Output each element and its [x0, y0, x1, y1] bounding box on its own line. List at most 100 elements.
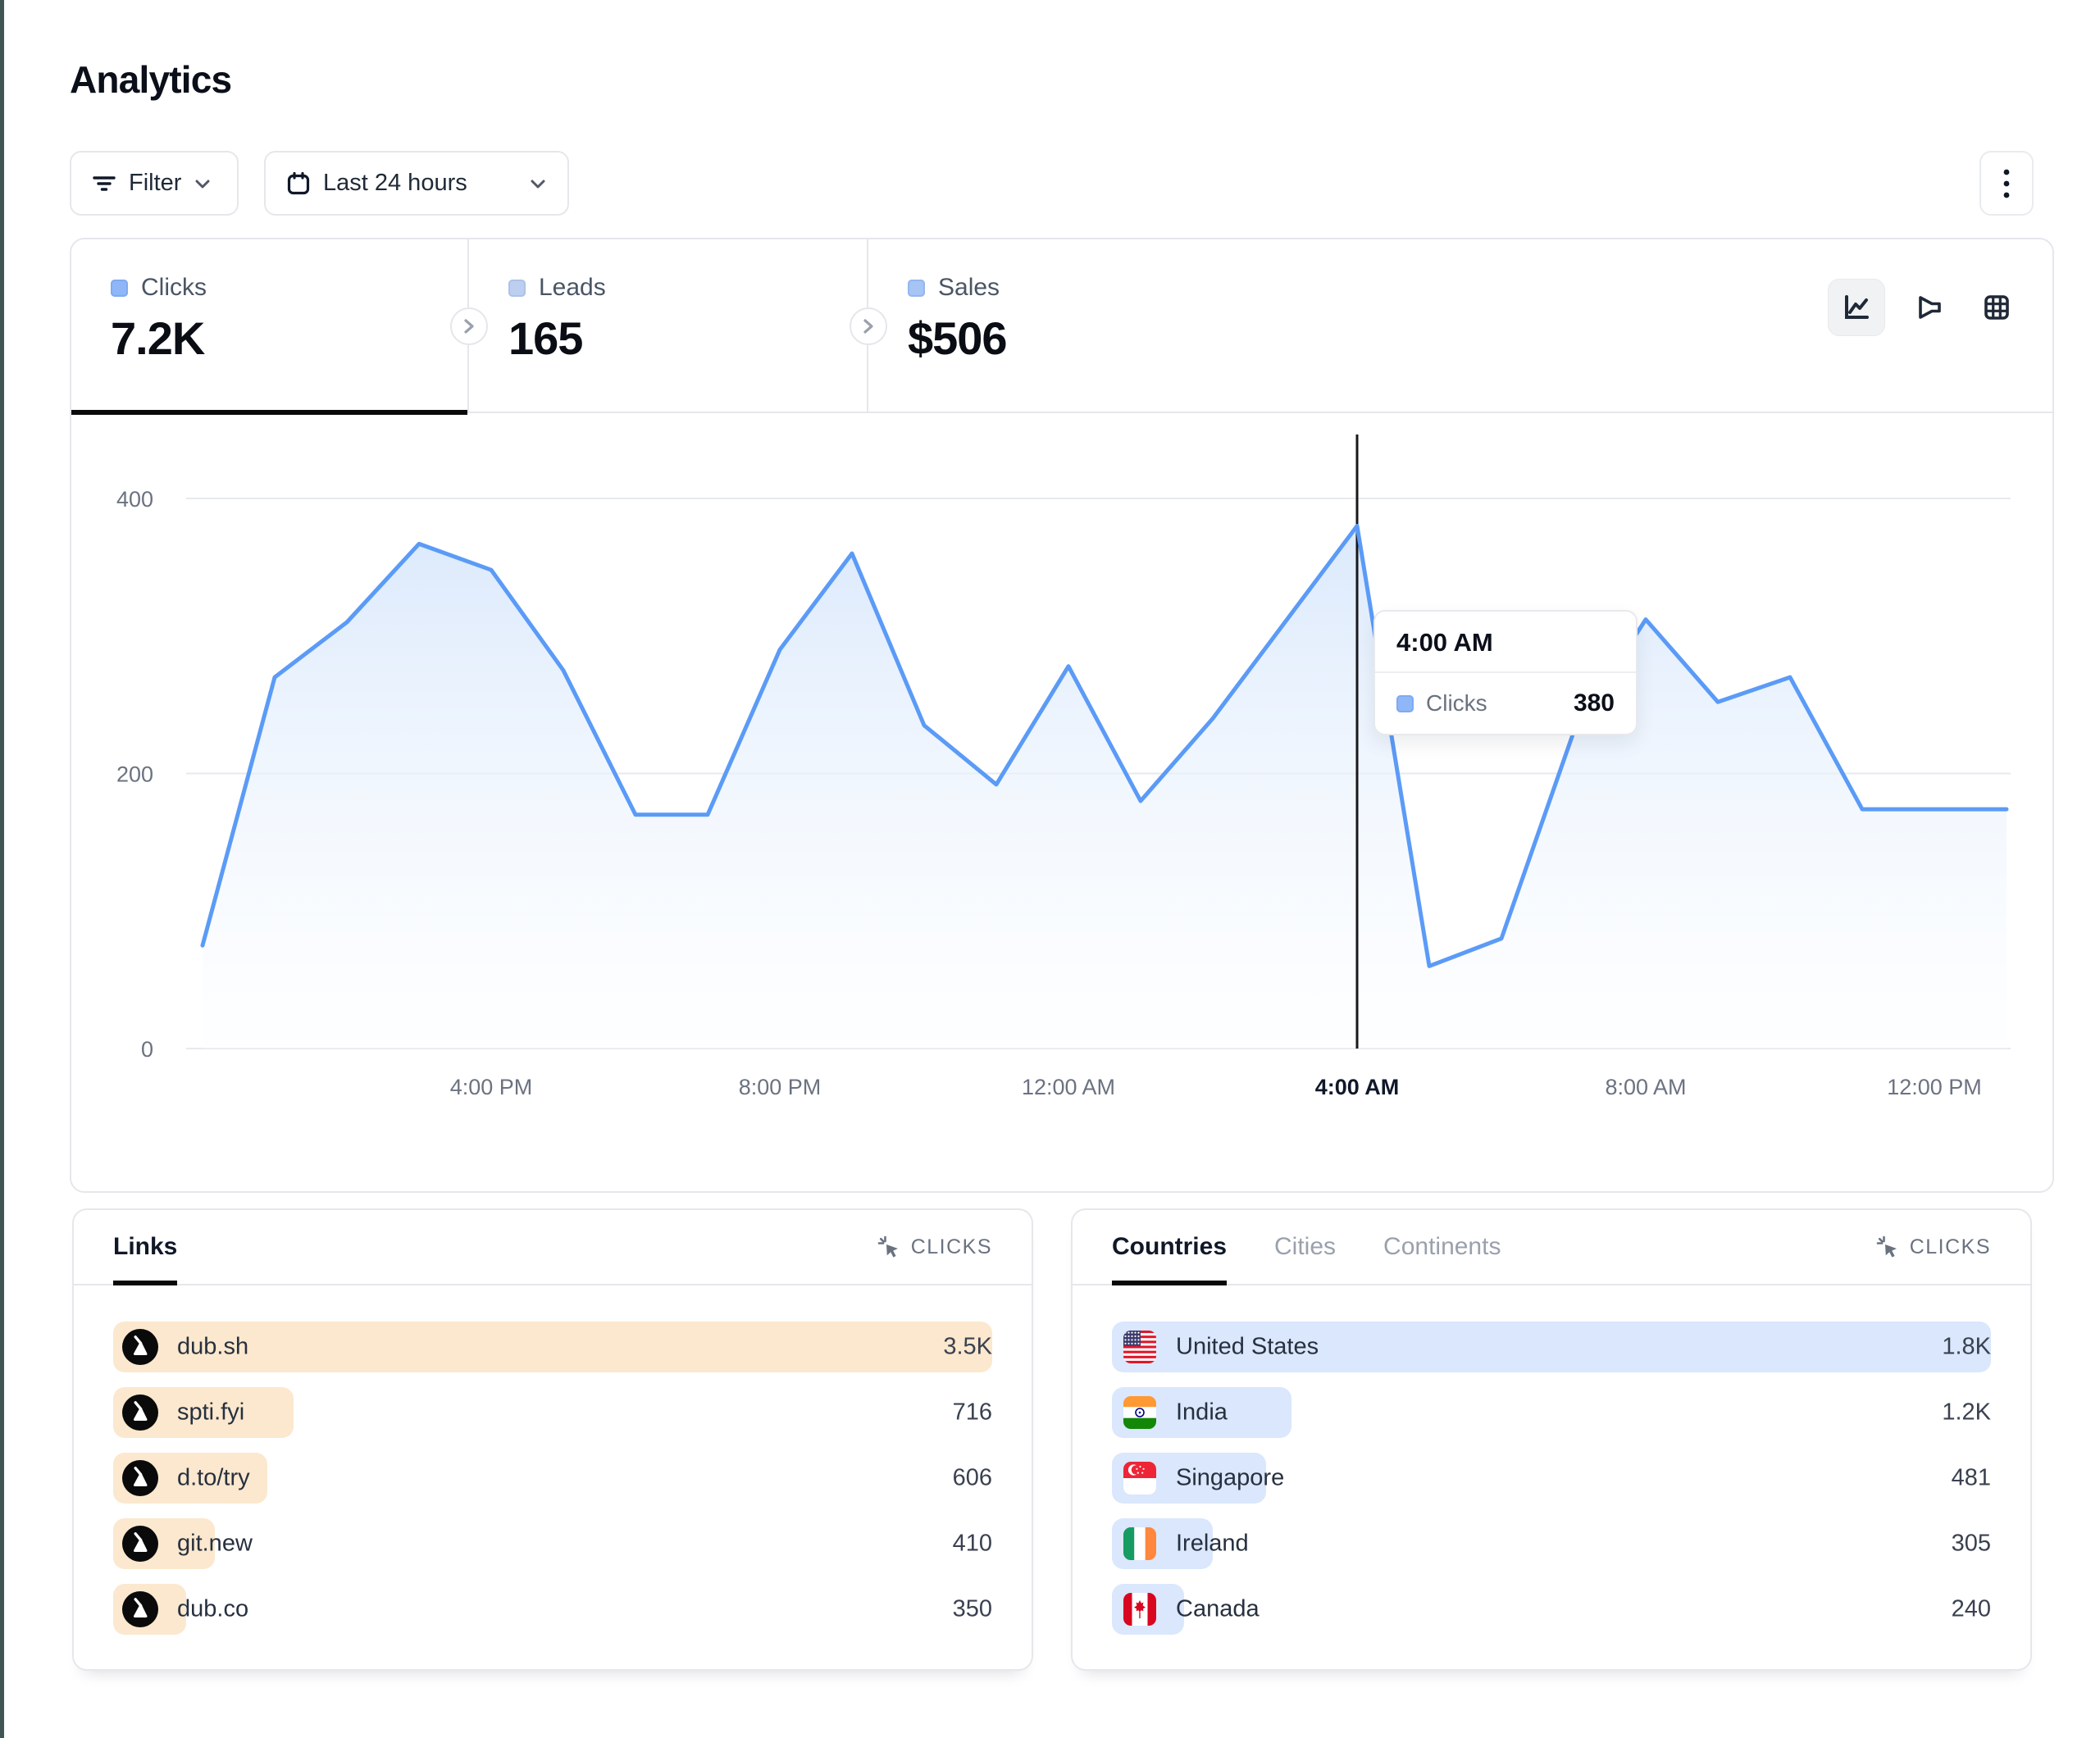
tab-sales[interactable]: Sales $506	[868, 239, 1360, 413]
list-item-value: 481	[1952, 1465, 1991, 1492]
list-item[interactable]: git.new 410	[113, 1518, 992, 1569]
list-item-label: India	[1176, 1399, 1228, 1426]
cursor-click-icon	[1875, 1235, 1900, 1259]
tooltip-series-label: Clicks	[1426, 690, 1487, 717]
metric-selector-clicks[interactable]: CLICKS	[877, 1235, 992, 1259]
list-item[interactable]: spti.fyi 716	[113, 1387, 992, 1438]
page-left-edge-strip	[0, 0, 4, 1738]
clicks-series-line	[203, 526, 2007, 967]
list-item-label: dub.co	[177, 1596, 248, 1623]
list-item-value: 606	[953, 1465, 992, 1492]
list-item[interactable]: dub.sh 3.5K	[113, 1322, 992, 1372]
tab-countries[interactable]: Countries	[1112, 1210, 1227, 1284]
clicks-legend-chip	[111, 280, 128, 297]
tab-label: Links	[113, 1233, 177, 1261]
list-item-label: Canada	[1176, 1596, 1260, 1623]
us-flag-icon	[1123, 1331, 1156, 1363]
stat-value: 165	[508, 312, 867, 365]
dub-logo-icon	[122, 1329, 158, 1365]
x-tick-label: 4:00 AM	[1315, 1075, 1400, 1099]
list-item-value: 1.2K	[1942, 1399, 1991, 1426]
area-fill	[203, 526, 2007, 1049]
filter-lines-icon	[91, 171, 117, 197]
tab-cities[interactable]: Cities	[1274, 1210, 1336, 1284]
x-tick-label: 12:00 PM	[1887, 1075, 1982, 1099]
links-panel: Links CLICKS dub.sh 3.5K spti.fyi 716 d.…	[72, 1208, 1033, 1671]
chart-type-switcher	[1828, 279, 2020, 336]
list-item-label: spti.fyi	[177, 1399, 244, 1426]
tab-label: Cities	[1274, 1233, 1336, 1261]
ie-flag-icon	[1123, 1527, 1156, 1560]
cursor-click-icon	[877, 1235, 901, 1259]
clicks-legend-chip	[1396, 695, 1414, 712]
list-item-label: d.to/try	[177, 1465, 250, 1492]
list-item-value: 1.8K	[1942, 1334, 1991, 1361]
list-item[interactable]: Ireland 305	[1112, 1518, 1991, 1569]
chevron-down-icon	[193, 174, 212, 193]
stats-tabs-row: Clicks 7.2K Leads 165 Sales $506	[71, 239, 2052, 413]
dub-logo-icon	[122, 1394, 158, 1431]
calendar-icon	[285, 171, 312, 197]
tab-label: Continents	[1383, 1233, 1501, 1261]
tab-leads[interactable]: Leads 165	[469, 239, 868, 413]
x-tick-label: 8:00 AM	[1605, 1075, 1686, 1099]
list-item-value: 305	[1952, 1531, 1991, 1558]
tab-links[interactable]: Links	[113, 1210, 177, 1284]
line-chart-view-button[interactable]	[1828, 279, 1885, 336]
list-item[interactable]: d.to/try 606	[113, 1453, 992, 1504]
list-item-value: 350	[953, 1596, 992, 1623]
y-tick-label: 400	[116, 487, 153, 512]
countries-panel: Countries Cities Continents CLICKS Unite…	[1071, 1208, 2032, 1671]
date-range-button[interactable]: Last 24 hours	[264, 151, 569, 216]
metric-label: CLICKS	[911, 1235, 992, 1259]
dub-logo-icon	[122, 1460, 158, 1496]
x-tick-label: 8:00 PM	[739, 1075, 822, 1099]
y-tick-label: 0	[141, 1037, 153, 1062]
date-range-label: Last 24 hours	[323, 170, 467, 197]
more-options-button[interactable]	[1979, 151, 2034, 216]
stat-label: Sales	[938, 274, 1000, 302]
y-tick-label: 200	[116, 762, 153, 787]
metric-label: CLICKS	[1910, 1235, 1991, 1259]
list-item[interactable]: Canada 240	[1112, 1584, 1991, 1635]
tooltip-value: 380	[1574, 689, 1615, 717]
tab-clicks[interactable]: Clicks 7.2K	[71, 239, 469, 413]
list-item[interactable]: United States 1.8K	[1112, 1322, 1991, 1372]
tooltip-time: 4:00 AM	[1375, 612, 1636, 673]
analytics-chart-card: Clicks 7.2K Leads 165 Sales $506	[70, 238, 2054, 1193]
list-item[interactable]: dub.co 350	[113, 1584, 992, 1635]
metric-selector-clicks[interactable]: CLICKS	[1875, 1235, 1991, 1259]
list-item-label: Singapore	[1176, 1465, 1284, 1492]
funnel-chart-view-button[interactable]	[1906, 284, 1952, 330]
stat-label: Clicks	[141, 274, 207, 302]
tab-continents[interactable]: Continents	[1383, 1210, 1501, 1284]
filter-button-label: Filter	[129, 170, 181, 197]
stat-value: 7.2K	[111, 312, 467, 365]
chevron-right-icon[interactable]	[850, 307, 887, 345]
chevron-right-icon[interactable]	[450, 307, 488, 345]
x-tick-label: 4:00 PM	[450, 1075, 533, 1099]
sg-flag-icon	[1123, 1462, 1156, 1495]
list-item-label: git.new	[177, 1531, 253, 1558]
list-item-label: Ireland	[1176, 1531, 1249, 1558]
dub-logo-icon	[122, 1591, 158, 1627]
stat-value: $506	[908, 312, 1360, 365]
filter-button[interactable]: Filter	[70, 151, 239, 216]
page-title: Analytics	[70, 57, 231, 102]
list-item-value: 3.5K	[943, 1334, 992, 1361]
kebab-vertical-icon	[2000, 164, 2013, 203]
stat-label: Leads	[539, 274, 606, 302]
list-item[interactable]: Singapore 481	[1112, 1453, 1991, 1504]
list-item[interactable]: India 1.2K	[1112, 1387, 1991, 1438]
dub-logo-icon	[122, 1526, 158, 1562]
list-item-value: 410	[953, 1531, 992, 1558]
list-item-value: 716	[953, 1399, 992, 1426]
list-item-label: United States	[1176, 1334, 1319, 1361]
sales-legend-chip	[908, 280, 925, 297]
tab-label: Countries	[1112, 1233, 1227, 1261]
list-item-label: dub.sh	[177, 1334, 248, 1361]
leads-legend-chip	[508, 280, 526, 297]
table-grid-view-button[interactable]	[1974, 284, 2020, 330]
in-flag-icon	[1123, 1396, 1156, 1429]
chart-tooltip: 4:00 AM Clicks 380	[1373, 610, 1638, 735]
